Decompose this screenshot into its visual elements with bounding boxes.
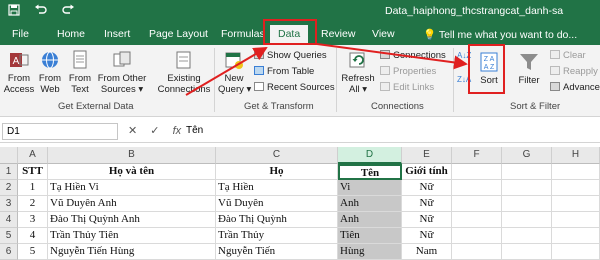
arrow-connections-to-data-tab xyxy=(185,46,268,96)
annotation-arrows xyxy=(185,43,468,96)
arrow-data-tab-to-sort xyxy=(316,43,468,70)
